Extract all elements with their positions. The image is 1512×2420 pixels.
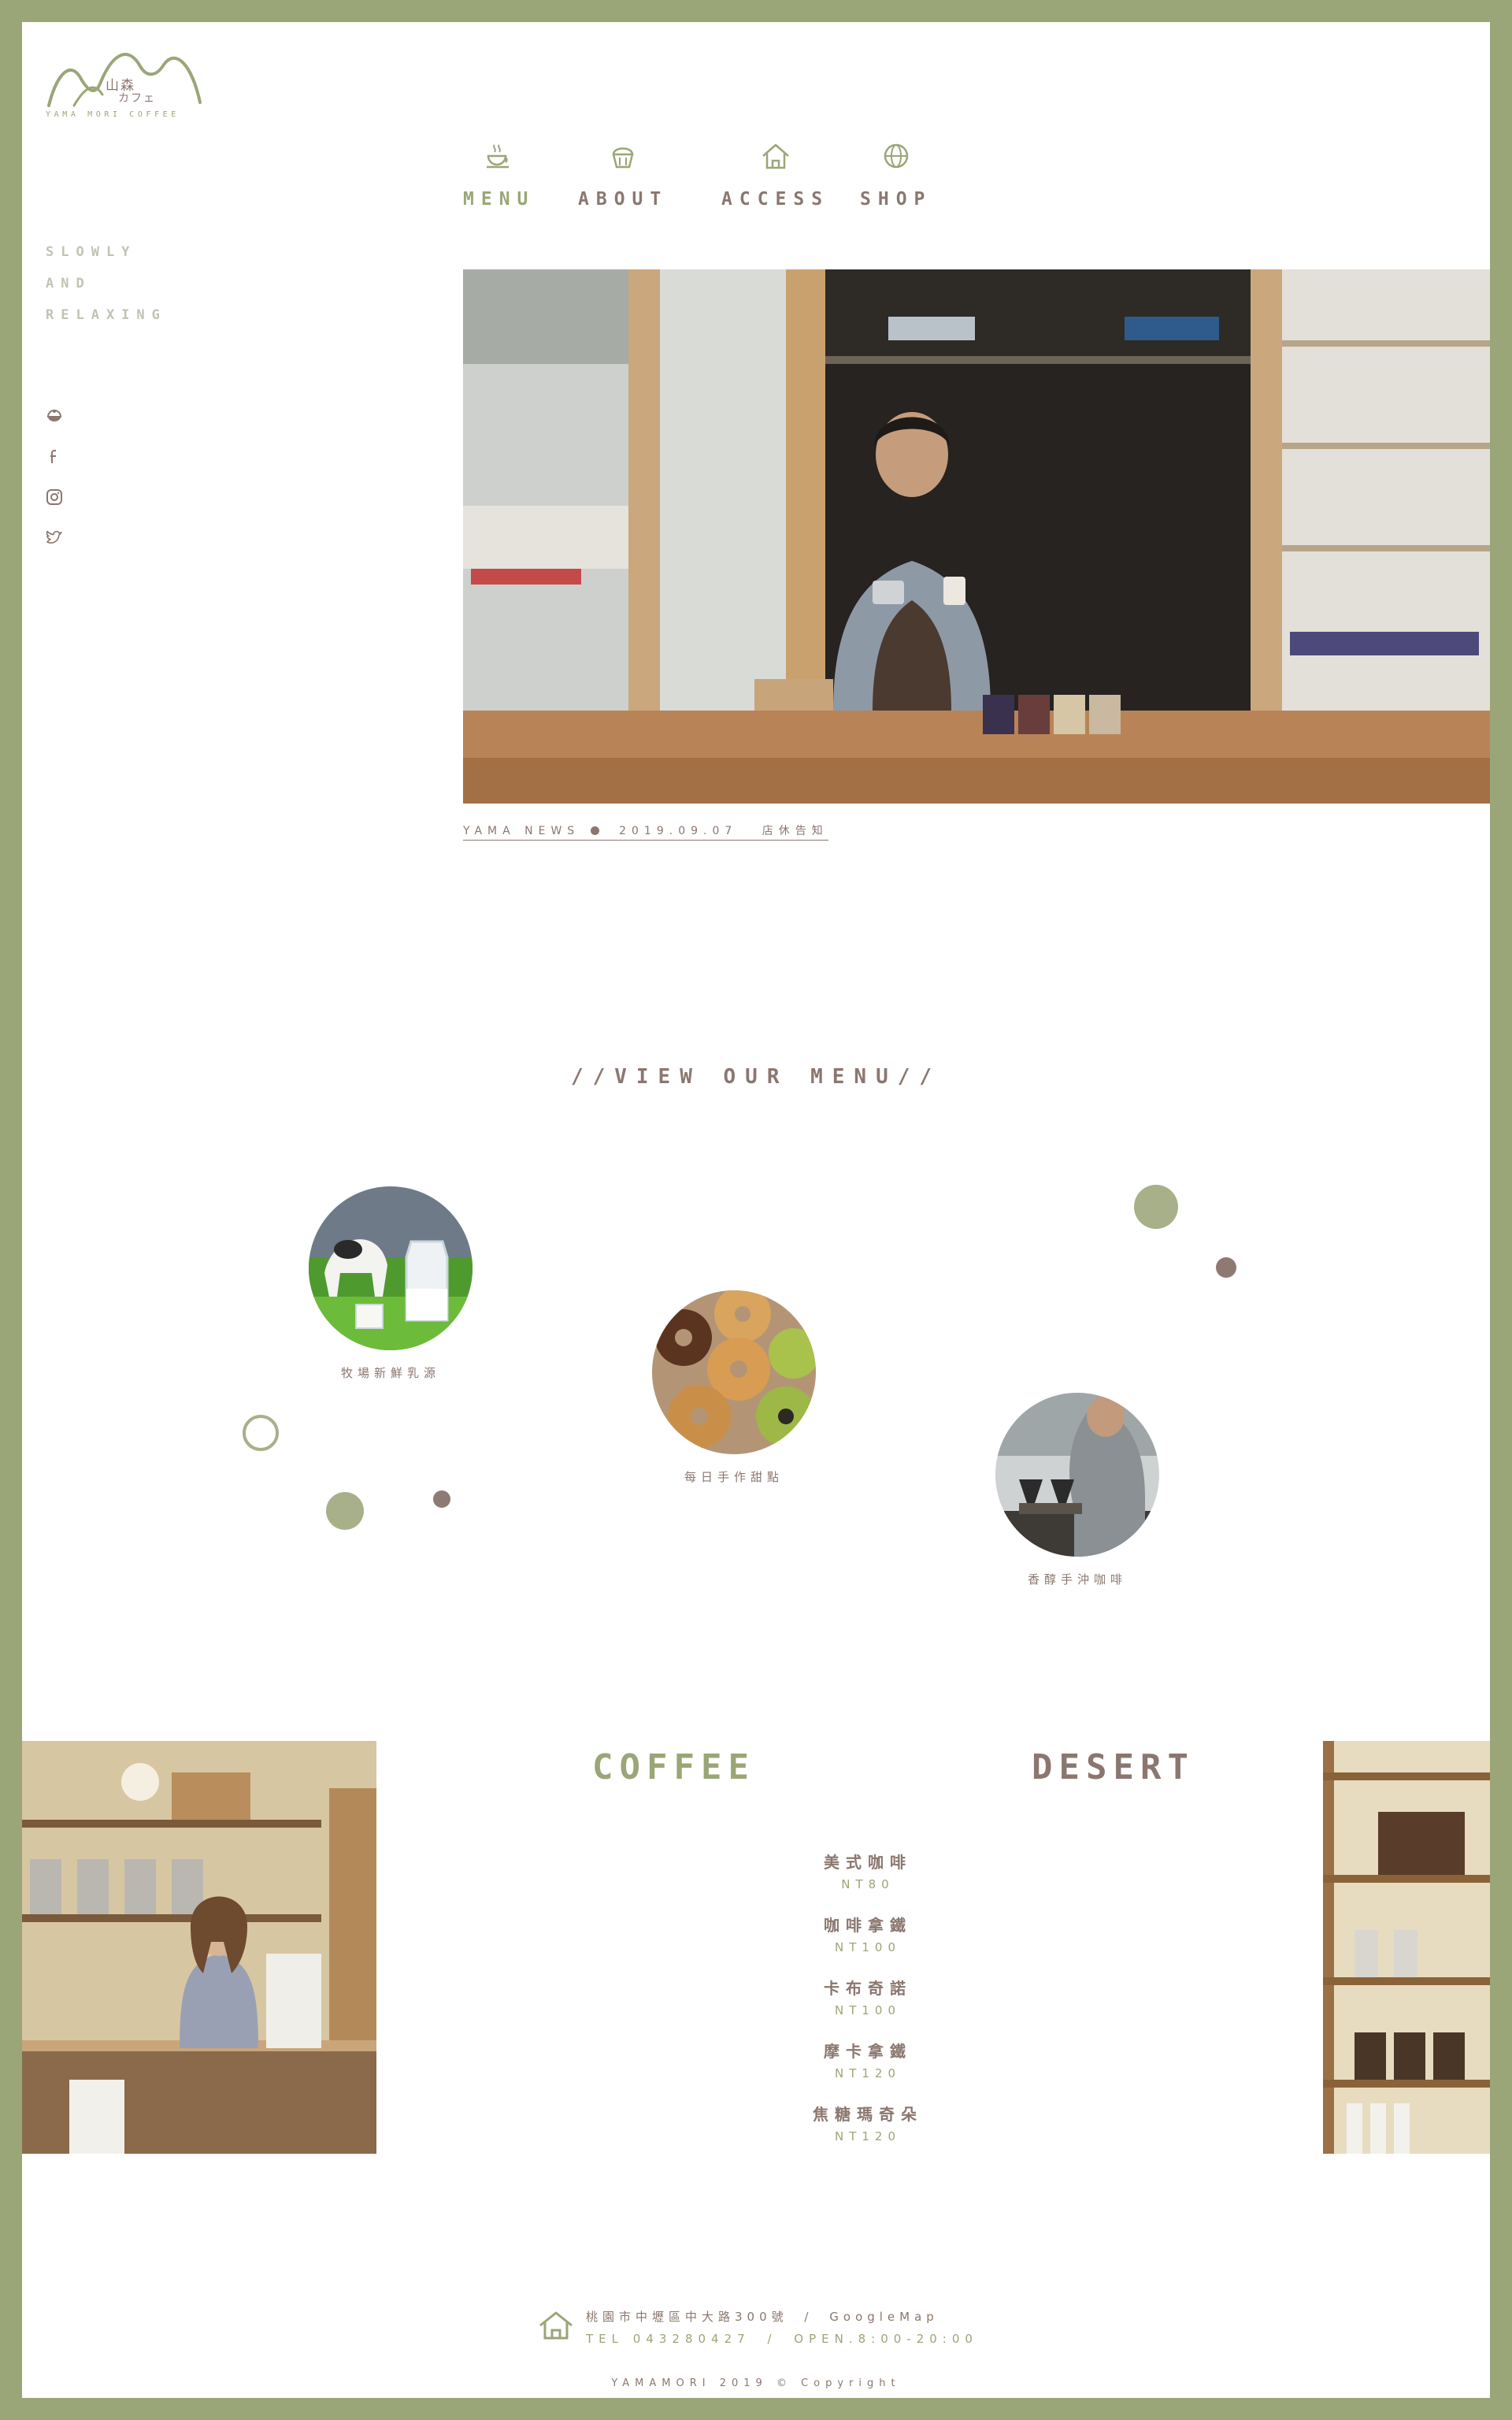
menu-item-price: NT120 [834,2129,901,2143]
pour-over-photo [995,1393,1159,1557]
menu-item-price: NT120 [834,2066,901,2080]
coffee-menu-list: 美式咖啡 NT80 咖啡拿鐵 NT100 卡布奇諾 NT100 摩卡拿鐵 NT1… [750,1850,986,2165]
footer-copyright: YAMAMORI 2019 © Copyright [611,2377,901,2389]
decor-dot [1134,1185,1178,1229]
coffee-category-tab[interactable]: COFFEE [592,1747,755,1787]
milk-photo [309,1186,472,1350]
nav-item-menu[interactable]: MENU [463,140,535,210]
tagline-line: AND [46,276,91,291]
house-icon [537,2310,575,2344]
menu-item-name: 摩卡拿鐵 [824,2042,912,2061]
donuts-photo [652,1290,816,1454]
hero-photo [463,269,1490,804]
desert-category-tab[interactable]: DESERT [1032,1747,1195,1787]
news-dot [590,826,599,835]
menu-item-price: NT100 [834,2003,901,2017]
list-item: 美式咖啡 NT80 [750,1850,986,1913]
nav-label: ACCESS [721,189,830,210]
list-item: 咖啡拿鐵 NT100 [750,1913,986,1976]
nav-item-about[interactable]: ABOUT [578,140,668,210]
menu-card-milk[interactable]: 牧場新鮮乳源 [309,1186,472,1381]
decor-ring [243,1415,279,1451]
footer-hours: OPEN.8:00-20:00 [794,2332,978,2346]
decor-dot [433,1490,450,1508]
tagline-line: SLOWLY [46,244,137,260]
page: 山森 カフェ YAMA MORI COFFEE SLOWLY AND RELAX… [22,22,1490,2398]
nav-item-access[interactable]: ACCESS [721,140,829,210]
menu-item-name: 咖啡拿鐵 [824,1916,912,1935]
nav-label: MENU [463,189,536,210]
coffee-bean-icon[interactable] [46,408,63,425]
list-item: 焦糖瑪奇朵 NT120 [750,2102,986,2165]
shelf-photo [1323,1741,1490,2154]
facebook-icon[interactable] [46,448,63,466]
menu-card-caption: 牧場新鮮乳源 [340,1366,440,1380]
tagline-line: RELAXING [46,307,167,323]
menu-item-name: 美式咖啡 [824,1853,912,1872]
menu-card-caption: 香醇手沖咖啡 [1027,1572,1127,1587]
social-links [46,408,63,569]
footer-tel: TEL 043280427 [586,2332,750,2346]
coffee-cup-icon [486,144,509,169]
menu-item-name: 卡布奇諾 [824,1979,912,1998]
main-nav: MENU ABOUT ACCESS SHOP [463,140,951,251]
menu-item-price: NT100 [834,1940,901,1954]
tagline: SLOWLY AND RELAXING [46,236,167,331]
footer-contact-line: TEL 043280427 / OPEN.8:00-20:00 [586,2332,978,2346]
logo[interactable]: 山森 カフェ YAMA MORI COFFEE [46,43,203,129]
cafe-interior-photo [22,1741,376,2154]
footer-address: 桃園市中壢區中大路300號 [586,2310,788,2324]
menu-item-name: 焦糖瑪奇朵 [813,2105,923,2124]
instagram-icon[interactable] [46,488,63,506]
twitter-icon[interactable] [46,529,63,546]
decor-dot [1216,1257,1236,1278]
news-label: YAMA NEWS [463,825,580,837]
menu-card-donuts[interactable]: 每日手作甜點 [652,1290,816,1485]
footer-address-line: 桃園市中壢區中大路300號 / GoogleMap [586,2308,939,2325]
house-icon [762,143,789,169]
google-map-link[interactable]: GoogleMap [829,2310,939,2324]
list-item: 卡布奇諾 NT100 [750,1976,986,2039]
menu-card-caption: 每日手作甜點 [684,1470,784,1484]
news-title: 店休告知 [762,825,828,837]
news-date: 2019.09.07 [619,825,738,837]
muffin-icon [612,147,634,169]
news-link[interactable]: YAMA NEWS 2019.09.07 店休告知 [463,822,828,841]
footer-separator: / [804,2310,813,2324]
menu-card-pour-over[interactable]: 香醇手沖咖啡 [995,1393,1159,1587]
nav-item-shop[interactable]: SHOP [860,140,932,210]
logo-name: YAMA MORI COFFEE [46,110,180,119]
nav-label: SHOP [860,189,932,210]
menu-item-price: NT80 [841,1877,895,1891]
list-item: 摩卡拿鐵 NT120 [750,2039,986,2102]
globe-icon [884,143,908,169]
nav-label: ABOUT [578,189,669,210]
logo-kana: カフェ [118,92,156,105]
view-menu-title: //VIEW OUR MENU// [570,1065,942,1089]
footer-separator: / [767,2332,777,2346]
decor-dot [326,1492,364,1530]
